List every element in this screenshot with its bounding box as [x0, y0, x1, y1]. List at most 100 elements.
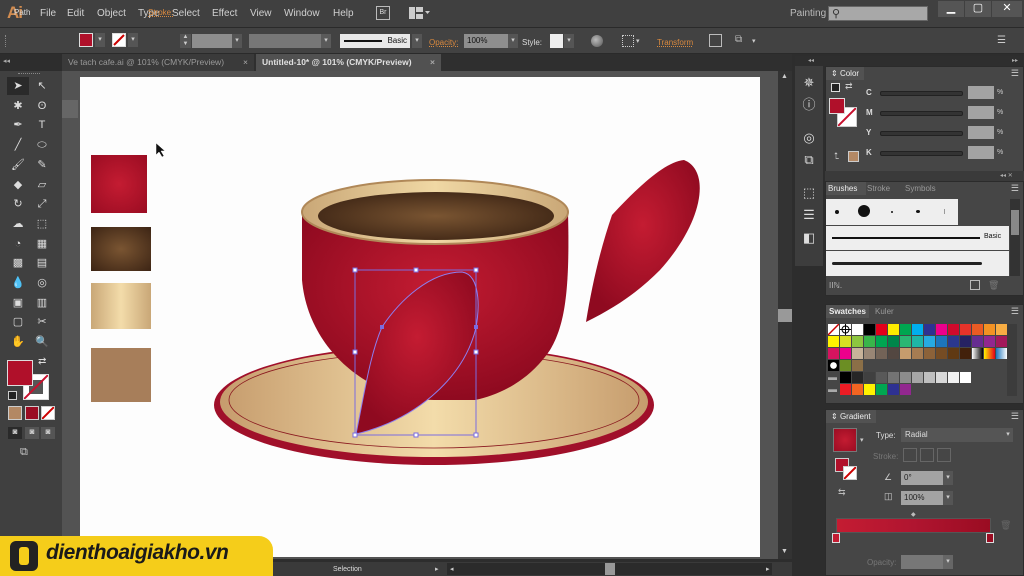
artboard-swatch-coffee[interactable] [91, 227, 151, 271]
swatch[interactable] [900, 324, 911, 335]
magenta-input[interactable] [968, 106, 994, 119]
tool-ellipse[interactable]: ⬭ [31, 136, 53, 154]
brush-dot-small[interactable] [835, 210, 839, 214]
gradient-midpoint[interactable]: ◆ [911, 511, 916, 518]
yellow-input[interactable] [968, 126, 994, 139]
brushes-scroll-thumb[interactable] [1011, 210, 1019, 235]
isolate-object-icon[interactable] [709, 34, 722, 47]
panel-menu-icon[interactable]: ☰ [1011, 306, 1019, 317]
swatch[interactable] [900, 336, 911, 347]
swatch[interactable] [960, 324, 971, 335]
scroll-up-icon[interactable]: ▲ [781, 73, 788, 80]
tool-rotate[interactable]: ↻ [7, 195, 29, 213]
recolor-artwork-icon[interactable] [591, 35, 603, 47]
tool-mesh[interactable]: ▩ [7, 254, 29, 272]
swap-icon[interactable]: ⇄ [845, 81, 853, 92]
gradient-type-select[interactable]: Radial [901, 428, 1003, 442]
brush-dot-oval[interactable] [916, 210, 920, 213]
swatch[interactable] [936, 336, 947, 347]
swatch[interactable] [864, 384, 875, 395]
collapse-icon[interactable]: ◂◂ ✕ [1000, 172, 1013, 179]
swatch[interactable] [864, 372, 875, 383]
brush-dot-tiny[interactable] [891, 211, 893, 213]
gradient-stop-left[interactable] [832, 533, 840, 543]
tool-selection[interactable]: ➤ [7, 77, 29, 95]
close-button[interactable]: ✕ [992, 1, 1022, 17]
swatch[interactable] [912, 348, 923, 359]
tab-brushes[interactable]: Brushes [826, 182, 866, 195]
menu-effect[interactable]: Effect [212, 8, 237, 19]
swatch[interactable] [864, 348, 875, 359]
tab-close-icon[interactable]: × [243, 54, 248, 71]
stroke-across-button[interactable] [937, 448, 951, 462]
fill-dropdown[interactable]: ▾ [95, 33, 105, 47]
tool-paintbrush[interactable]: 🖌 [7, 156, 29, 174]
artboard-swatch-crimson[interactable] [91, 155, 147, 213]
swatch[interactable] [888, 384, 899, 395]
fill-swatch-front[interactable] [7, 360, 33, 386]
swatch[interactable] [840, 336, 851, 347]
menu-select[interactable]: Select [172, 8, 200, 19]
color-panel-tab[interactable]: ⇕ Color [826, 67, 865, 80]
tool-perspective-grid[interactable]: ▦ [31, 235, 53, 253]
aspect-ratio-input[interactable]: 100% [901, 491, 943, 505]
swatch[interactable] [960, 372, 971, 383]
stroke-weight-input[interactable] [192, 34, 232, 48]
scroll-right-icon[interactable]: ▸ [766, 565, 770, 573]
brush-definition[interactable]: Basic [340, 34, 410, 48]
swatch[interactable] [876, 372, 887, 383]
swap-fill-stroke-icon[interactable]: ⇄ [38, 356, 46, 367]
swatch[interactable] [948, 372, 959, 383]
swatch[interactable] [924, 324, 935, 335]
align-panel-icon[interactable]: ☰ [799, 205, 819, 225]
status-menu-arrow[interactable]: ▸ [435, 565, 439, 573]
help-search-input[interactable]: ⚲ [828, 6, 928, 21]
vertical-scroll-thumb[interactable] [778, 309, 792, 322]
menu-edit[interactable]: Edit [67, 8, 84, 19]
opacity-input[interactable]: 100% [464, 34, 508, 48]
tool-direct-selection[interactable]: ↖ [31, 77, 53, 95]
transform-dropdown[interactable]: ▾ [752, 37, 756, 45]
delete-stop-icon[interactable]: 🗑 [1000, 520, 1011, 531]
tool-line[interactable]: ╱ [7, 136, 29, 154]
swatch[interactable] [984, 324, 995, 335]
coffee-cup-artwork[interactable] [200, 150, 720, 470]
swatch[interactable] [852, 384, 863, 395]
control-panel-menu-icon[interactable]: ☰ [997, 35, 1006, 46]
swatch[interactable] [924, 372, 935, 383]
tool-lasso[interactable]: ʘ [31, 97, 53, 115]
tool-scale[interactable]: ⤢ [31, 195, 53, 213]
out-of-gamut-icon[interactable]: ⮤ [834, 151, 839, 162]
tab-symbols[interactable]: Symbols [905, 184, 936, 193]
stroke-weight-dropdown[interactable]: ▾ [232, 34, 242, 48]
swatch[interactable] [864, 336, 875, 347]
appearance-panel-icon[interactable]: ◎ [799, 128, 819, 148]
color-fill-swatch[interactable] [829, 98, 845, 114]
stroke-color-swatch[interactable] [112, 33, 126, 47]
color-mode-button[interactable] [8, 406, 22, 420]
grip-handle[interactable] [5, 35, 8, 47]
style-dropdown[interactable]: ▾ [564, 34, 574, 48]
tool-eyedropper[interactable]: 💧 [7, 274, 29, 292]
swatch[interactable] [864, 324, 875, 335]
tool-type[interactable]: T [31, 116, 53, 134]
stroke-dropdown[interactable]: ▾ [128, 33, 138, 47]
variable-width-profile[interactable] [249, 34, 321, 48]
swatch[interactable] [888, 372, 899, 383]
tool-slice[interactable]: ✂ [31, 313, 53, 331]
swatch[interactable] [912, 324, 923, 335]
align-to-selection-icon[interactable] [622, 35, 634, 47]
menu-view[interactable]: View [250, 8, 272, 19]
swatch-registration[interactable] [840, 324, 851, 335]
collapse-dock-icon[interactable]: ◂◂ [808, 57, 814, 64]
panel-menu-icon[interactable]: ☰ [1011, 411, 1019, 422]
new-brush-icon[interactable] [970, 280, 980, 290]
menu-file[interactable]: File [40, 8, 56, 19]
swatch-gradient-bw[interactable] [972, 348, 983, 359]
bridge-button[interactable]: Br [376, 6, 390, 20]
swatch[interactable] [888, 348, 899, 359]
stroke-within-button[interactable] [903, 448, 917, 462]
align-dropdown[interactable]: ▾ [636, 37, 640, 45]
swatch[interactable] [900, 372, 911, 383]
gradient-preset-dropdown[interactable]: ▾ [860, 436, 864, 444]
